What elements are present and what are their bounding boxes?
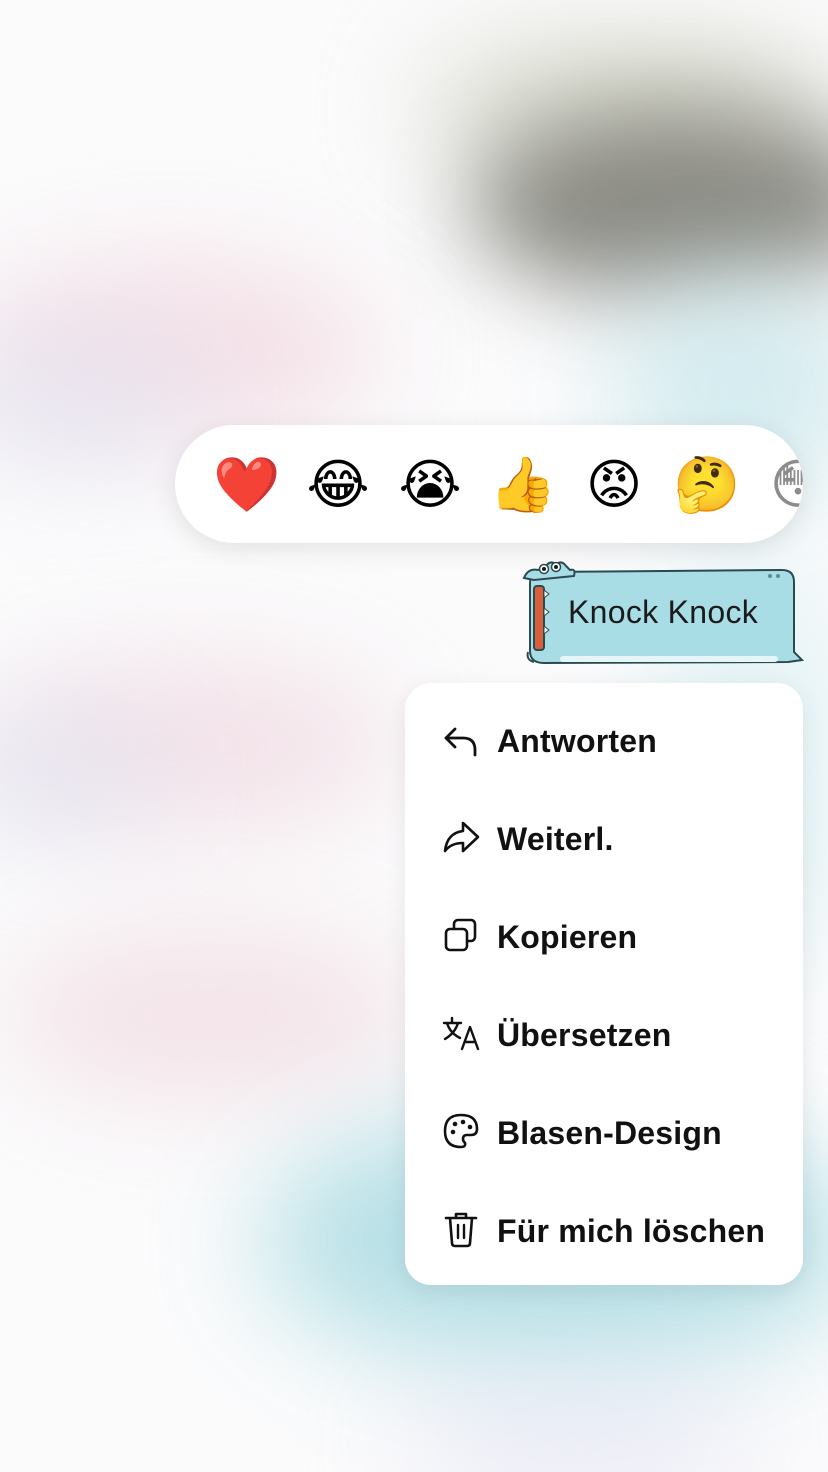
copy-icon <box>444 918 477 952</box>
menu-item-label: Antworten <box>497 723 658 759</box>
forward-icon <box>443 821 480 853</box>
trash-icon <box>444 1212 478 1248</box>
menu-item-bubble-design[interactable]: Blasen-Design <box>405 1081 803 1179</box>
message-context-menu: Antworten Weiterl. Kopieren Übersetzen B… <box>405 683 803 1285</box>
reaction-red-heart[interactable]: ❤️ <box>213 452 280 518</box>
palette-icon <box>443 1113 479 1149</box>
menu-item-label: Übersetzen <box>497 1017 672 1053</box>
menu-item-label: Weiterl. <box>497 821 614 857</box>
menu-item-label: Blasen-Design <box>497 1115 722 1151</box>
menu-item-translate[interactable]: Übersetzen <box>405 983 803 1081</box>
menu-item-forward[interactable]: Weiterl. <box>405 787 803 885</box>
menu-item-delete-for-me[interactable]: Für mich löschen <box>405 1179 803 1277</box>
menu-item-reply[interactable]: Antworten <box>405 689 803 787</box>
menu-item-copy[interactable]: Kopieren <box>405 885 803 983</box>
menu-item-label: Für mich löschen <box>497 1213 766 1249</box>
reaction-flushed-face[interactable]: 😳 <box>765 452 803 518</box>
reaction-thinking-face[interactable]: 🤔 <box>673 452 740 518</box>
reaction-pouting-face[interactable]: 😡 <box>581 452 647 518</box>
translate-icon <box>442 1016 480 1051</box>
reaction-loudly-crying[interactable]: 😭 <box>397 452 463 518</box>
reaction-bar: ❤️ 😂 😭 👍 😡 🤔 😳 <box>175 425 803 543</box>
reaction-tears-of-joy[interactable]: 😂 <box>305 452 371 518</box>
menu-item-label: Kopieren <box>497 919 638 955</box>
reply-icon <box>444 727 477 757</box>
message-bubble[interactable]: Knock Knock <box>520 556 810 668</box>
reaction-thumbs-up[interactable]: 👍 <box>489 452 556 518</box>
message-text: Knock Knock <box>568 594 759 630</box>
